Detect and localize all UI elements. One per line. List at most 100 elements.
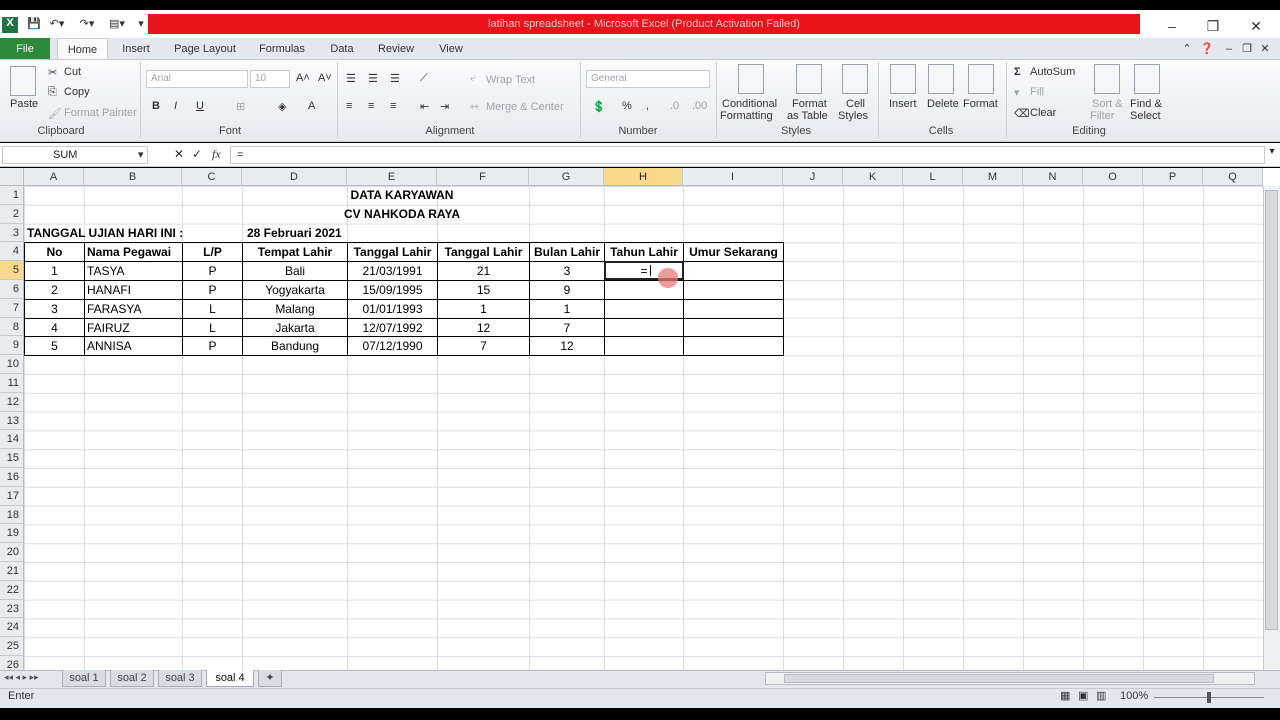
page-break-view-icon[interactable]: ▥ [1096, 689, 1106, 702]
table-cell[interactable] [683, 261, 784, 281]
column-header-j[interactable]: J [783, 168, 843, 186]
increase-indent-icon[interactable]: ⇥ [440, 100, 449, 113]
row-header-12[interactable]: 12 [0, 392, 24, 412]
table-cell[interactable] [604, 336, 684, 357]
percent-icon[interactable]: % [622, 100, 632, 112]
sheet-tab-soal-2[interactable]: soal 2 [110, 670, 154, 687]
vertical-scroll-thumb[interactable] [1265, 190, 1278, 630]
table-cell[interactable]: 7 [437, 336, 530, 357]
row-header-2[interactable]: 2 [0, 204, 24, 224]
format-cells-button[interactable]: Format [963, 98, 998, 110]
table-cell[interactable]: 07/12/1990 [347, 336, 438, 357]
insert-cells-icon[interactable] [890, 64, 916, 94]
table-cell[interactable] [683, 298, 784, 319]
format-painter-button[interactable]: Format Painter [64, 107, 137, 119]
row-header-17[interactable]: 17 [0, 486, 24, 506]
table-cell[interactable]: 15 [437, 280, 530, 300]
table-cell[interactable]: L [182, 298, 243, 319]
customize-quick-access-icon[interactable]: ▾ [136, 17, 146, 33]
conditional-formatting-button-line2[interactable]: Formatting [720, 110, 773, 122]
column-header-c[interactable]: C [182, 168, 242, 186]
tab-home[interactable]: Home [57, 38, 108, 60]
table-cell[interactable] [683, 317, 784, 338]
tab-view[interactable]: View [434, 38, 468, 60]
table-cell[interactable]: L [182, 317, 243, 338]
column-header-q[interactable]: Q [1203, 168, 1263, 186]
table-cell[interactable]: 21/03/1991 [347, 261, 438, 281]
row-header-10[interactable]: 10 [0, 355, 24, 374]
column-header-k[interactable]: K [843, 168, 903, 186]
ribbon-minimize-icon[interactable]: ⌃ [1180, 38, 1194, 60]
table-cell[interactable] [604, 317, 684, 338]
row-header-25[interactable]: 25 [0, 637, 24, 656]
title-data-karyawan[interactable]: DATA KARYAWAN [242, 186, 562, 204]
normal-view-icon[interactable]: ▦ [1060, 689, 1070, 702]
align-center-icon[interactable]: ≡ [368, 100, 374, 112]
column-header-i[interactable]: I [683, 168, 783, 186]
vertical-scrollbar[interactable] [1263, 186, 1280, 670]
header-cell[interactable]: Tahun Lahir [604, 242, 684, 263]
sheet-tab-soal-4[interactable]: soal 4 [206, 670, 254, 687]
fill-color-icon[interactable]: ◈ [278, 100, 286, 113]
column-header-d[interactable]: D [242, 168, 347, 186]
insert-cells-button[interactable]: Insert [889, 98, 917, 110]
sheet-nav-icon[interactable]: ◂◂ ◂ ▸ ▸▸ [4, 672, 39, 683]
align-left-icon[interactable]: ≡ [346, 100, 352, 112]
decrease-indent-icon[interactable]: ⇤ [420, 100, 429, 113]
row-header-23[interactable]: 23 [0, 599, 24, 619]
formula-input[interactable]: = [230, 146, 1265, 164]
row-header-1[interactable]: 1 [0, 186, 24, 205]
column-header-f[interactable]: F [437, 168, 529, 186]
row-header-9[interactable]: 9 [0, 336, 24, 356]
row-header-13[interactable]: 13 [0, 411, 24, 431]
column-header-g[interactable]: G [529, 168, 604, 186]
row-header-4[interactable]: 4 [0, 242, 24, 262]
table-cell[interactable]: 01/01/1993 [347, 298, 438, 319]
title-company[interactable]: CV NAHKODA RAYA [242, 205, 562, 223]
align-middle-icon[interactable]: ☰ [368, 72, 378, 85]
bold-icon[interactable]: B [152, 100, 160, 112]
table-cell[interactable]: TASYA [84, 261, 183, 281]
copy-button[interactable]: Copy [64, 86, 90, 98]
align-right-icon[interactable]: ≡ [390, 100, 396, 112]
table-cell[interactable]: 3 [529, 261, 605, 281]
expand-formula-bar-icon[interactable]: ▾ [1265, 146, 1279, 164]
column-header-n[interactable]: N [1023, 168, 1083, 186]
header-cell[interactable]: Tanggal Lahir [347, 242, 438, 263]
table-cell[interactable]: ANNISA [84, 336, 183, 357]
row-header-22[interactable]: 22 [0, 580, 24, 600]
insert-function-icon[interactable]: fx [212, 147, 221, 162]
orientation-icon[interactable]: ⟋ [420, 72, 428, 85]
workbook-close-icon[interactable]: ✕ [1258, 38, 1272, 60]
delete-cells-icon[interactable] [928, 64, 954, 94]
clear-button[interactable]: Clear [1030, 107, 1056, 119]
row-header-11[interactable]: 11 [0, 374, 24, 393]
table-cell[interactable]: HANAFI [84, 280, 183, 300]
column-header-m[interactable]: M [963, 168, 1023, 186]
cell-styles-icon[interactable] [842, 64, 868, 94]
table-cell[interactable]: 9 [529, 280, 605, 300]
delete-cells-button[interactable]: Delete [927, 98, 959, 110]
row-header-15[interactable]: 15 [0, 449, 24, 468]
help-icon[interactable]: ❓ [1198, 38, 1216, 60]
header-cell[interactable]: Tempat Lahir [242, 242, 348, 263]
table-cell[interactable]: 3 [24, 298, 85, 319]
select-all-corner[interactable] [0, 168, 24, 186]
table-cell[interactable]: Bali [242, 261, 348, 281]
tab-formulas[interactable]: Formulas [254, 38, 310, 60]
table-cell[interactable]: P [182, 280, 243, 300]
font-name-select[interactable]: Arial [146, 70, 248, 88]
horizontal-scrollbar[interactable] [765, 672, 1255, 685]
row-header-5[interactable]: 5 [0, 261, 24, 280]
format-as-table-button[interactable]: Format [792, 98, 827, 110]
redo-icon[interactable]: ↷▾ [76, 17, 98, 33]
workbook-restore-icon[interactable]: ❐ [1240, 38, 1254, 60]
find-select-icon[interactable] [1134, 64, 1160, 94]
cell-styles-button[interactable]: Cell [846, 98, 865, 110]
table-cell[interactable] [683, 336, 784, 357]
row-header-6[interactable]: 6 [0, 280, 24, 299]
table-cell[interactable] [683, 280, 784, 300]
row-header-3[interactable]: 3 [0, 223, 24, 243]
align-bottom-icon[interactable]: ☰ [390, 72, 400, 85]
format-as-table-icon[interactable] [796, 64, 822, 94]
